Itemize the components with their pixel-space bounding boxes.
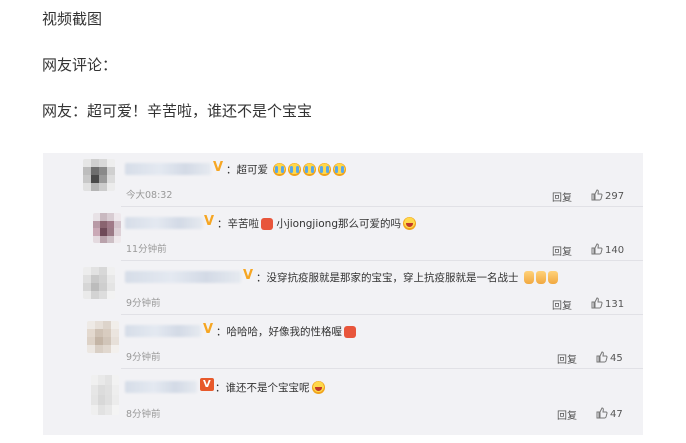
comment-text: ：超可爱 [226, 162, 347, 177]
reply-button[interactable]: 回复 [552, 243, 572, 258]
thumbs-up-icon [591, 189, 603, 201]
thumbs-up-icon [591, 243, 603, 255]
reply-button[interactable]: 回复 [552, 189, 572, 204]
comment-time: 今大08:32 [126, 190, 173, 201]
username-blurred[interactable] [125, 381, 197, 393]
vip-badge: V [213, 160, 224, 175]
comment-time: 9分钟前 [126, 298, 161, 309]
like-button[interactable]: 47 [596, 407, 623, 420]
username-blurred[interactable] [125, 163, 211, 175]
reply-button[interactable]: 回复 [552, 297, 572, 312]
crying-face-icon [303, 163, 317, 176]
thumbs-up-icon [596, 351, 608, 363]
thumb-emoji-icon [523, 271, 534, 284]
thumbs-up-icon [596, 407, 608, 419]
thumb-emoji-icon [535, 271, 546, 284]
comment-screenshot: V ：超可爱 今大08:32 回复 297 V ：辛苦啦 小jiongjiong… [43, 153, 643, 435]
username-blurred[interactable] [125, 325, 201, 337]
fighting-emoji-icon [344, 326, 356, 338]
comment-item: V ：超可爱 今大08:32 回复 297 [43, 153, 643, 207]
comment-text: ：辛苦啦 小jiongjiong那么可爱的吗 [217, 216, 417, 231]
avatar[interactable] [91, 375, 119, 415]
crying-face-icon [273, 163, 287, 176]
comment-text: ：没穿抗疫服就是那家的宝宝，穿上抗疫服就是一名战士 [256, 270, 558, 285]
laughing-face-icon [311, 381, 325, 394]
vip-badge: V [204, 214, 215, 229]
comment-time: 11分钟前 [126, 244, 167, 255]
comment-text: ：哈哈哈，好像我的性格喔 [216, 324, 356, 339]
avatar[interactable] [83, 159, 115, 191]
avatar[interactable] [83, 267, 115, 299]
username-blurred[interactable] [125, 217, 203, 229]
comment-time: 9分钟前 [126, 352, 161, 363]
intro-line-3: 网友：超可爱！辛苦啦，谁还不是个宝宝 [42, 102, 313, 120]
thumb-emoji-icon [547, 271, 558, 284]
username-blurred[interactable] [125, 271, 241, 283]
comment-item: V ：谁还不是个宝宝呢 8分钟前 回复 47 [43, 369, 643, 435]
like-button[interactable]: 45 [596, 351, 623, 364]
comment-time: 8分钟前 [126, 409, 161, 420]
avatar[interactable] [93, 213, 121, 243]
thumbs-up-icon [591, 297, 603, 309]
laughing-face-icon [403, 217, 417, 230]
crying-face-icon [333, 163, 347, 176]
comment-item: V ：哈哈哈，好像我的性格喔 9分钟前 回复 45 [43, 315, 643, 369]
avatar[interactable] [87, 321, 119, 353]
comment-item: V ：辛苦啦 小jiongjiong那么可爱的吗 11分钟前 回复 140 [43, 207, 643, 261]
vip-badge: V [200, 378, 214, 391]
vip-badge: V [203, 322, 214, 337]
vip-badge: V [243, 268, 254, 283]
comment-text: ：谁还不是个宝宝呢 [215, 380, 325, 395]
intro-line-2: 网友评论： [42, 56, 118, 74]
like-button[interactable]: 140 [591, 243, 624, 256]
crying-face-icon [318, 163, 332, 176]
reply-button[interactable]: 回复 [557, 351, 577, 366]
like-button[interactable]: 297 [591, 189, 624, 202]
fighting-emoji-icon [261, 218, 273, 230]
intro-line-1: 视频截图 [42, 10, 103, 28]
crying-face-icon [288, 163, 302, 176]
reply-button[interactable]: 回复 [557, 407, 577, 422]
comment-item: V ：没穿抗疫服就是那家的宝宝，穿上抗疫服就是一名战士 9分钟前 回复 131 [43, 261, 643, 315]
like-button[interactable]: 131 [591, 297, 624, 310]
